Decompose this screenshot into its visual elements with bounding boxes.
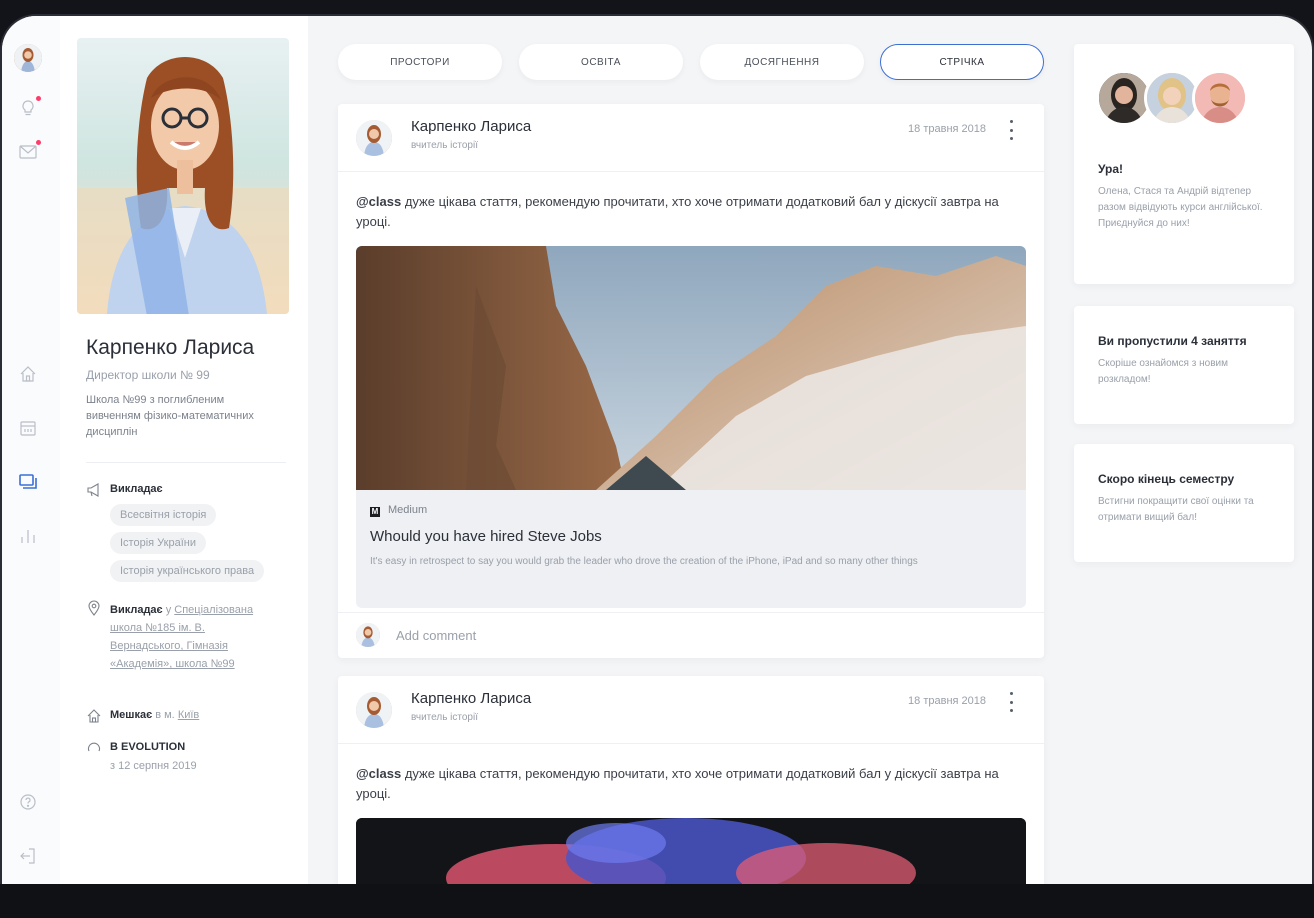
author-avatar[interactable] bbox=[356, 692, 392, 728]
evolution-label: В EVOLUTION bbox=[110, 741, 186, 753]
logout-icon[interactable] bbox=[16, 844, 40, 868]
lives-prep: в м. bbox=[155, 709, 175, 721]
post-image-mountains[interactable] bbox=[356, 246, 1026, 490]
lives-label: Мешкає bbox=[110, 709, 153, 721]
notification-body: Скоріше ознайомся з новим розкладом! bbox=[1098, 358, 1228, 385]
post-body: дуже цікава стаття, рекомендую прочитати… bbox=[356, 194, 999, 229]
friend-avatar[interactable] bbox=[1192, 70, 1248, 126]
evolution-since: з 12 серпня 2019 bbox=[110, 760, 197, 772]
notification-title: Скоро кінець семестру bbox=[1098, 472, 1235, 486]
author-name[interactable]: Карпенко Лариса bbox=[411, 690, 531, 707]
link-card-source: M Medium bbox=[370, 504, 428, 517]
subject-chip[interactable]: Історія України bbox=[110, 532, 206, 554]
notification-card[interactable]: Ура! Олена, Стася та Андрій відтепер раз… bbox=[1074, 44, 1294, 284]
post-date: 18 травня 2018 bbox=[908, 123, 986, 135]
feed-post: Карпенко Лариса вчитель історії 18 травн… bbox=[338, 676, 1044, 886]
profile-name: Карпенко Лариса bbox=[86, 336, 255, 359]
link-card-title[interactable]: Whould you have hired Steve Jobs bbox=[370, 528, 602, 545]
notification-title: Ура! bbox=[1098, 162, 1124, 176]
subject-chip[interactable]: Всесвітня історія bbox=[110, 504, 217, 526]
device-frame: Карпенко Лариса Директор школи № 99 Школ… bbox=[0, 0, 1314, 918]
profile-divider bbox=[86, 462, 286, 463]
link-card[interactable]: M Medium Whould you have hired Steve Jobs… bbox=[356, 490, 1026, 608]
post-date: 18 травня 2018 bbox=[908, 695, 986, 707]
evolution-ring-icon bbox=[86, 740, 102, 756]
author-role: вчитель історії bbox=[411, 712, 478, 723]
post-text: @class дуже цікава стаття, рекомендую пр… bbox=[356, 764, 1026, 804]
home-icon[interactable] bbox=[16, 362, 40, 386]
home-outline-icon bbox=[86, 708, 102, 724]
teaches-label: Викладає bbox=[110, 483, 163, 495]
app-screen: Карпенко Лариса Директор школи № 99 Школ… bbox=[0, 14, 1314, 886]
post-text: @class дуже цікава стаття, рекомендую пр… bbox=[356, 192, 1026, 232]
help-icon[interactable] bbox=[16, 790, 40, 814]
mail-icon[interactable] bbox=[16, 140, 41, 164]
post-body: дуже цікава стаття, рекомендую прочитати… bbox=[356, 766, 999, 801]
profile-role: Директор школи № 99 bbox=[86, 368, 210, 382]
notification-body: Олена, Стася та Андрій відтепер разом ві… bbox=[1098, 186, 1263, 229]
medium-logo-icon: M bbox=[370, 507, 380, 517]
notification-card[interactable]: Ви пропустили 4 заняття Скоріше ознайомс… bbox=[1074, 306, 1294, 424]
post-image-ink[interactable] bbox=[356, 818, 1026, 886]
post-mention[interactable]: @class bbox=[356, 194, 401, 209]
device-bottom-bezel bbox=[0, 884, 1314, 918]
profile-panel: Карпенко Лариса Директор школи № 99 Школ… bbox=[60, 16, 308, 886]
works-label: Викладає bbox=[110, 604, 163, 616]
courses-icon[interactable] bbox=[16, 470, 40, 494]
notification-card[interactable]: Скоро кінець семестру Встигни покращити … bbox=[1074, 444, 1294, 562]
link-card-description: It's easy in retrospect to say you would… bbox=[370, 556, 918, 567]
lives-city-link[interactable]: Київ bbox=[178, 709, 199, 721]
stats-icon[interactable] bbox=[16, 524, 40, 548]
notification-body: Встигни покращити свої оцінки та отримат… bbox=[1098, 496, 1254, 523]
tab-spaces[interactable]: ПРОСТОРИ bbox=[338, 44, 502, 80]
comment-avatar bbox=[356, 623, 380, 647]
megaphone-icon bbox=[86, 482, 102, 498]
add-comment-input[interactable]: Add comment bbox=[396, 628, 476, 643]
icon-rail bbox=[2, 16, 60, 886]
more-options-icon[interactable] bbox=[1008, 120, 1014, 140]
mail-notification-dot bbox=[36, 140, 41, 145]
works-prep: у bbox=[165, 604, 172, 616]
post-header: Карпенко Лариса вчитель історії 18 травн… bbox=[338, 104, 1044, 172]
profile-photo bbox=[77, 38, 289, 314]
subject-chip[interactable]: Історія українського права bbox=[110, 560, 265, 582]
tab-education[interactable]: ОСВІТА bbox=[519, 44, 683, 80]
author-role: вчитель історії bbox=[411, 140, 478, 151]
tab-feed[interactable]: СТРІЧКА bbox=[880, 44, 1044, 80]
post-mention[interactable]: @class bbox=[356, 766, 401, 781]
author-name[interactable]: Карпенко Лариса bbox=[411, 118, 531, 135]
feed-post: Карпенко Лариса вчитель історії 18 травн… bbox=[338, 104, 1044, 658]
profile-school: Школа №99 з поглибленим вивченням фізико… bbox=[86, 394, 254, 438]
tab-achievements[interactable]: ДОСЯГНЕННЯ bbox=[700, 44, 864, 80]
bulb-notification-dot bbox=[36, 96, 41, 101]
rail-avatar[interactable] bbox=[14, 44, 42, 72]
more-options-icon[interactable] bbox=[1008, 692, 1014, 712]
post-header: Карпенко Лариса вчитель історії 18 травн… bbox=[338, 676, 1044, 744]
notification-title: Ви пропустили 4 заняття bbox=[1098, 334, 1247, 348]
comment-bar[interactable]: Add comment bbox=[338, 612, 1044, 658]
calendar-icon[interactable] bbox=[16, 416, 40, 440]
location-pin-icon bbox=[86, 600, 102, 616]
bulb-icon[interactable] bbox=[16, 96, 41, 120]
author-avatar[interactable] bbox=[356, 120, 392, 156]
